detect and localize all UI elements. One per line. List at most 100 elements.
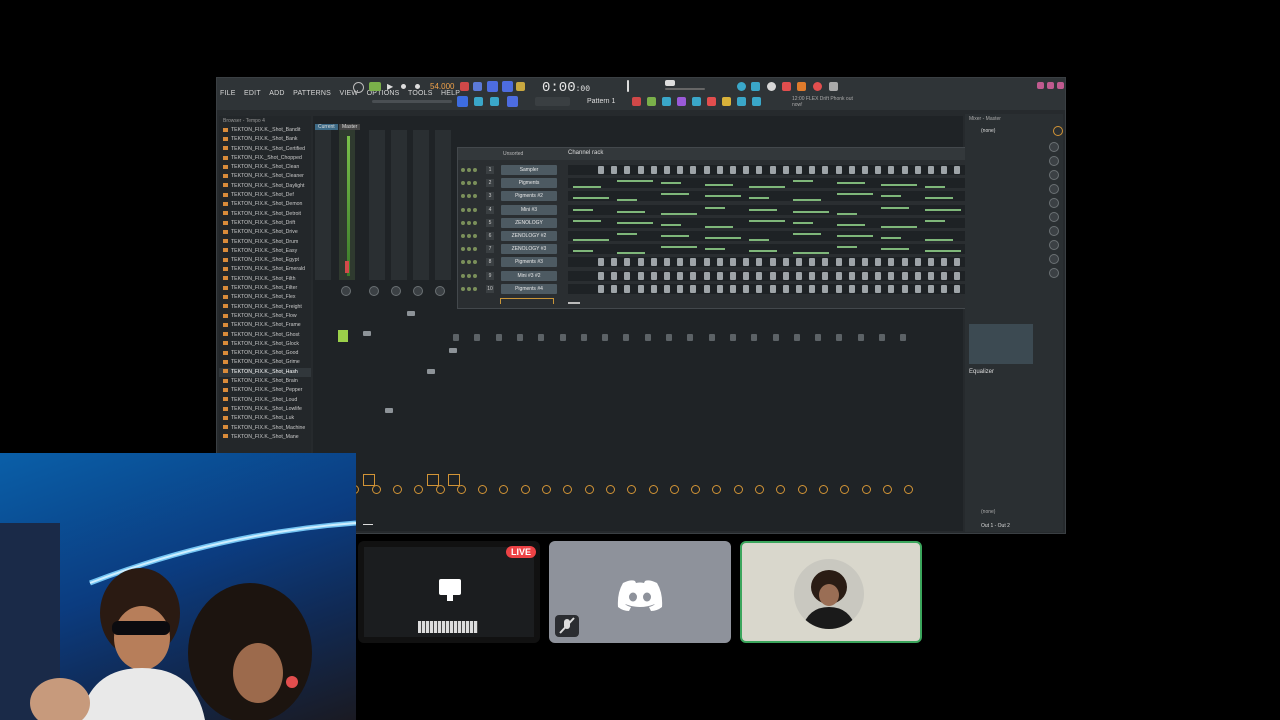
step-button[interactable] xyxy=(954,258,961,267)
playlist-icon[interactable] xyxy=(457,96,468,107)
step-button[interactable] xyxy=(716,284,723,293)
browser-item[interactable]: TEKTON_FIX.K._Shot_Brain xyxy=(219,377,311,386)
step-button[interactable] xyxy=(809,271,816,280)
help-icon[interactable] xyxy=(767,82,776,91)
channel-route-number[interactable]: 8 xyxy=(486,258,494,267)
step-button[interactable] xyxy=(756,271,763,280)
browser-item[interactable]: TEKTON_FIX.K._Shot_Good xyxy=(219,349,311,358)
step-button[interactable] xyxy=(928,258,934,267)
step-button[interactable] xyxy=(941,166,948,174)
mixer-insert-button[interactable] xyxy=(538,334,545,341)
main-volume-slider[interactable] xyxy=(372,100,452,103)
mixer-icon[interactable] xyxy=(507,96,518,107)
browser-item[interactable]: TEKTON_FIX.K._Shot_Bank xyxy=(219,135,311,144)
step-button[interactable] xyxy=(954,284,961,293)
route-toggle[interactable] xyxy=(499,485,509,494)
browser-item[interactable]: TEKTON_FIX.K._Shot_Certified xyxy=(219,145,311,154)
mixer-insert-button[interactable] xyxy=(666,334,672,341)
record-icon[interactable] xyxy=(415,84,420,89)
pattern-selector[interactable]: Pattern 1 xyxy=(587,98,615,105)
browser-item[interactable]: TEKTON_FIX.K._Shot_Hash xyxy=(219,367,311,378)
route-toggle[interactable] xyxy=(776,485,786,494)
fx-slot-mix-knob[interactable] xyxy=(1049,226,1059,236)
stop-icon[interactable] xyxy=(401,84,406,89)
step-button[interactable] xyxy=(901,166,908,174)
step-button[interactable] xyxy=(611,166,618,174)
channel-mute-led[interactable] xyxy=(467,286,471,291)
step-button[interactable] xyxy=(743,271,750,280)
pan-knob[interactable] xyxy=(435,286,445,296)
step-button[interactable] xyxy=(928,271,934,280)
route-toggle[interactable] xyxy=(691,485,701,494)
channel-mute-led[interactable] xyxy=(473,181,477,186)
step-button[interactable] xyxy=(914,166,921,174)
step-button[interactable] xyxy=(598,271,604,280)
fx-slot-mix-knob[interactable] xyxy=(1049,240,1059,250)
step-button[interactable] xyxy=(690,166,697,174)
step-button[interactable] xyxy=(730,284,736,293)
step-button[interactable] xyxy=(598,258,604,267)
channel-name-button[interactable]: Mini #3 xyxy=(501,204,557,215)
mic-icon[interactable] xyxy=(751,82,760,91)
channel-mute-led[interactable] xyxy=(473,286,477,291)
browser-item[interactable]: TEKTON_FIX.K._Shot_Emerald xyxy=(219,265,311,274)
tempo-display[interactable]: 54.000 xyxy=(430,82,454,91)
mixer-insert-button[interactable] xyxy=(559,334,566,341)
fx-slot-mix-knob[interactable] xyxy=(1049,170,1059,180)
close-icon[interactable] xyxy=(1057,82,1064,89)
browser-item[interactable]: TEKTON_FIX.K._Shot_Egypt xyxy=(219,256,311,265)
route-toggle[interactable] xyxy=(882,485,892,494)
step-button[interactable] xyxy=(611,258,618,267)
step-button[interactable] xyxy=(888,258,895,267)
step-button[interactable] xyxy=(743,284,750,293)
fx-slot-mix-knob[interactable] xyxy=(1049,156,1059,166)
route-toggle[interactable] xyxy=(818,485,828,494)
step-button[interactable] xyxy=(914,258,921,267)
fl-cloud-icon[interactable] xyxy=(722,97,731,106)
play-icon[interactable]: ▶ xyxy=(387,82,396,91)
menu-add[interactable]: ADD xyxy=(269,90,284,97)
browser-item[interactable]: TEKTON_FIX._Shot_Chopped xyxy=(219,154,311,163)
step-button[interactable] xyxy=(848,166,855,174)
step-button[interactable] xyxy=(954,271,961,280)
pan-knob[interactable] xyxy=(369,286,379,296)
step-button[interactable] xyxy=(756,284,763,293)
settings-icon[interactable] xyxy=(752,97,761,106)
step-button[interactable] xyxy=(703,166,710,174)
route-toggle[interactable] xyxy=(733,485,743,494)
pan-knob[interactable] xyxy=(341,286,351,296)
channel-mute-led[interactable] xyxy=(461,260,465,265)
browser-item[interactable]: TEKTON_FIX.K._Shot_Clean xyxy=(219,163,311,172)
channel-row[interactable]: 7 ZENOLOGY #3 xyxy=(458,243,1028,255)
step-button[interactable] xyxy=(822,271,829,280)
step-button[interactable] xyxy=(901,271,908,280)
step-button[interactable] xyxy=(901,284,908,293)
menu-options[interactable]: OPTIONS xyxy=(367,90,400,97)
step-button[interactable] xyxy=(677,284,684,293)
blend-notes-icon[interactable] xyxy=(502,81,513,92)
mixer-insert-button[interactable] xyxy=(900,334,907,341)
step-button[interactable] xyxy=(716,258,723,267)
channel-name-button[interactable]: ZENOLOGY xyxy=(501,217,557,228)
step-button[interactable] xyxy=(637,166,644,174)
step-button[interactable] xyxy=(782,271,789,280)
channel-pattern-area[interactable] xyxy=(568,283,1022,294)
mixer-insert-button[interactable] xyxy=(495,334,502,341)
channel-mute-led[interactable] xyxy=(467,260,471,265)
step-button[interactable] xyxy=(796,258,802,267)
channel-mute-led[interactable] xyxy=(461,286,465,291)
channel-name-button[interactable]: Pigments xyxy=(501,178,557,189)
channel-route-number[interactable]: 1 xyxy=(486,166,494,174)
mixer-insert-button[interactable] xyxy=(687,334,694,341)
step-button[interactable] xyxy=(769,271,776,280)
step-button[interactable] xyxy=(730,271,736,280)
channel-mute-led[interactable] xyxy=(461,181,465,186)
step-button[interactable] xyxy=(743,166,750,174)
channel-pattern-area[interactable] xyxy=(568,165,1022,175)
step-button[interactable] xyxy=(650,271,657,280)
output-none[interactable]: (none) xyxy=(981,509,995,515)
step-button[interactable] xyxy=(888,271,895,280)
channel-mute-led[interactable] xyxy=(473,273,477,278)
channel-mute-led[interactable] xyxy=(461,220,465,225)
step-button[interactable] xyxy=(848,258,855,267)
